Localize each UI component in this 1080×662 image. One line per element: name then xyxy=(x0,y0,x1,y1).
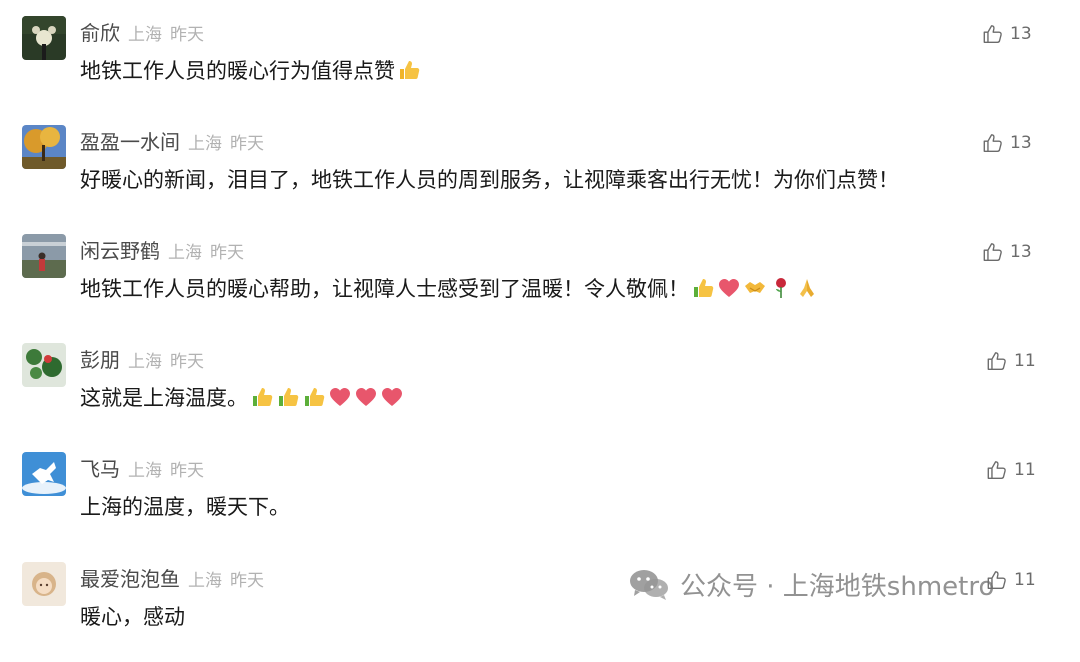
location: 上海 xyxy=(128,461,162,481)
flower-plant-avatar-image xyxy=(22,343,66,387)
like-count: 13 xyxy=(1010,242,1032,262)
comment-meta: 飞马 上海 昨天 xyxy=(80,456,204,482)
like-button[interactable]: 13 xyxy=(982,131,1032,155)
like-count: 13 xyxy=(1010,133,1032,153)
thumbs-up-outline-icon xyxy=(983,243,1002,261)
comment-meta: 盈盈一水间 上海 昨天 xyxy=(80,129,264,155)
like-count: 11 xyxy=(1014,460,1036,480)
comment-content: 好暖心的新闻，泪目了，地铁工作人员的周到服务，让视障乘客出行无忧！为你们点赞！ xyxy=(80,165,899,195)
rose-icon xyxy=(769,276,793,300)
like-button[interactable]: 11 xyxy=(986,458,1036,482)
watermark: 公众号 · 上海地铁shmetro xyxy=(628,564,994,604)
comment-meta: 闲云野鹤 上海 昨天 xyxy=(80,238,244,264)
comment-item: 俞欣 上海 昨天 地铁工作人员的暖心行为值得点赞 13 xyxy=(0,16,1080,116)
thumbs-up-outline-icon xyxy=(983,134,1002,152)
thumbs-up-icon xyxy=(691,276,715,300)
avatar[interactable] xyxy=(22,562,66,606)
timestamp: 昨天 xyxy=(170,461,204,481)
nickname[interactable]: 俞欣 xyxy=(80,21,120,45)
comment-text: 暖心，感动 xyxy=(80,605,185,629)
thumbs-up-outline-icon xyxy=(987,461,1006,479)
location: 上海 xyxy=(128,25,162,45)
heart-icon xyxy=(354,385,378,409)
thumbs-up-icon xyxy=(250,385,274,409)
comment-meta: 最爱泡泡鱼 上海 昨天 xyxy=(80,566,264,592)
handshake-icon xyxy=(743,276,767,300)
location: 上海 xyxy=(188,134,222,154)
timestamp: 昨天 xyxy=(230,571,264,591)
avatar[interactable] xyxy=(22,343,66,387)
comment-content: 这就是上海温度。 xyxy=(80,383,404,413)
like-count: 11 xyxy=(1014,570,1036,590)
thumbs-up-icon xyxy=(302,385,326,409)
illustrated-girl-avatar-image xyxy=(22,562,66,606)
comment-meta: 彭朋 上海 昨天 xyxy=(80,347,204,373)
like-button[interactable]: 11 xyxy=(986,349,1036,373)
heart-icon xyxy=(717,276,741,300)
comment-item: 飞马 上海 昨天 上海的温度，暖天下。 11 xyxy=(0,452,1080,552)
comment-content: 地铁工作人员的暖心行为值得点赞 xyxy=(80,56,421,86)
watermark-text: 公众号 · 上海地铁shmetro xyxy=(680,571,995,602)
location: 上海 xyxy=(128,352,162,372)
timestamp: 昨天 xyxy=(170,25,204,45)
comment-text: 好暖心的新闻，泪目了，地铁工作人员的周到服务，让视障乘客出行无忧！为你们点赞！ xyxy=(80,168,899,192)
comment-meta: 俞欣 上海 昨天 xyxy=(80,20,204,46)
nickname[interactable]: 闲云野鹤 xyxy=(80,239,160,263)
location: 上海 xyxy=(188,571,222,591)
comment-item: 彭朋 上海 昨天 这就是上海温度。 11 xyxy=(0,343,1080,443)
lamp-avatar-image xyxy=(22,16,66,60)
nickname[interactable]: 最爱泡泡鱼 xyxy=(80,567,180,591)
comment-text: 这就是上海温度。 xyxy=(80,386,248,410)
person-outdoor-avatar-image xyxy=(22,234,66,278)
avatar[interactable] xyxy=(22,234,66,278)
location: 上海 xyxy=(168,243,202,263)
like-button[interactable]: 13 xyxy=(982,240,1032,264)
thumbs-up-outline-icon xyxy=(987,352,1006,370)
autumn-tree-avatar-image xyxy=(22,125,66,169)
avatar[interactable] xyxy=(22,16,66,60)
thumbs-up-icon xyxy=(397,58,421,82)
like-count: 11 xyxy=(1014,351,1036,371)
heart-icon xyxy=(380,385,404,409)
nickname[interactable]: 彭朋 xyxy=(80,348,120,372)
avatar[interactable] xyxy=(22,452,66,496)
like-button[interactable]: 13 xyxy=(982,22,1032,46)
pray-icon xyxy=(795,276,819,300)
nickname[interactable]: 盈盈一水间 xyxy=(80,130,180,154)
heart-icon xyxy=(328,385,352,409)
comment-content: 地铁工作人员的暖心帮助，让视障人士感受到了温暖！令人敬佩！ xyxy=(80,274,819,304)
comment-item: 闲云野鹤 上海 昨天 地铁工作人员的暖心帮助，让视障人士感受到了温暖！令人敬佩！ 1… xyxy=(0,234,1080,334)
timestamp: 昨天 xyxy=(230,134,264,154)
comment-content: 上海的温度，暖天下。 xyxy=(80,492,290,522)
thumbs-up-icon xyxy=(276,385,300,409)
thumbs-up-outline-icon xyxy=(983,25,1002,43)
timestamp: 昨天 xyxy=(170,352,204,372)
comment-text: 地铁工作人员的暖心行为值得点赞 xyxy=(80,59,395,83)
avatar[interactable] xyxy=(22,125,66,169)
wechat-icon xyxy=(630,570,668,600)
comment-text: 地铁工作人员的暖心帮助，让视障人士感受到了温暖！令人敬佩！ xyxy=(80,277,689,301)
pegasus-avatar-image xyxy=(22,452,66,496)
timestamp: 昨天 xyxy=(210,243,244,263)
nickname[interactable]: 飞马 xyxy=(80,457,120,481)
comment-item: 盈盈一水间 上海 昨天 好暖心的新闻，泪目了，地铁工作人员的周到服务，让视障乘客出行… xyxy=(0,125,1080,225)
like-count: 13 xyxy=(1010,24,1032,44)
comment-text: 上海的温度，暖天下。 xyxy=(80,495,290,519)
